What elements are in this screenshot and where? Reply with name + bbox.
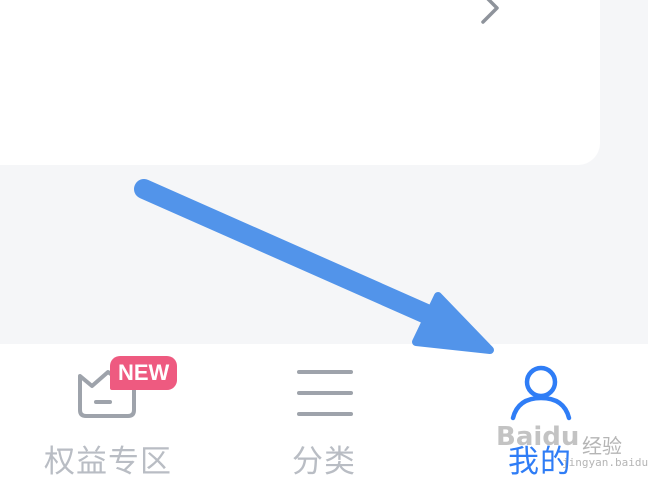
tab-label-benefits: 权益专区 bbox=[44, 444, 172, 480]
person-icon bbox=[510, 365, 572, 421]
chevron-right-icon[interactable] bbox=[477, 0, 503, 26]
watermark-url: jingyan.baidu.com bbox=[562, 456, 648, 469]
watermark-sub: 经验 bbox=[582, 434, 622, 458]
content-card[interactable] bbox=[0, 0, 600, 165]
new-badge: NEW bbox=[110, 356, 178, 390]
tab-label-category: 分类 bbox=[292, 444, 356, 480]
menu-icon bbox=[297, 370, 353, 416]
watermark: Baidu 经验 jingyan.baidu.com bbox=[496, 420, 648, 480]
watermark-logo: Baidu bbox=[496, 422, 580, 452]
tab-benefits[interactable]: NEW 权益专区 bbox=[0, 344, 216, 492]
tab-category[interactable]: 分类 bbox=[216, 344, 432, 492]
